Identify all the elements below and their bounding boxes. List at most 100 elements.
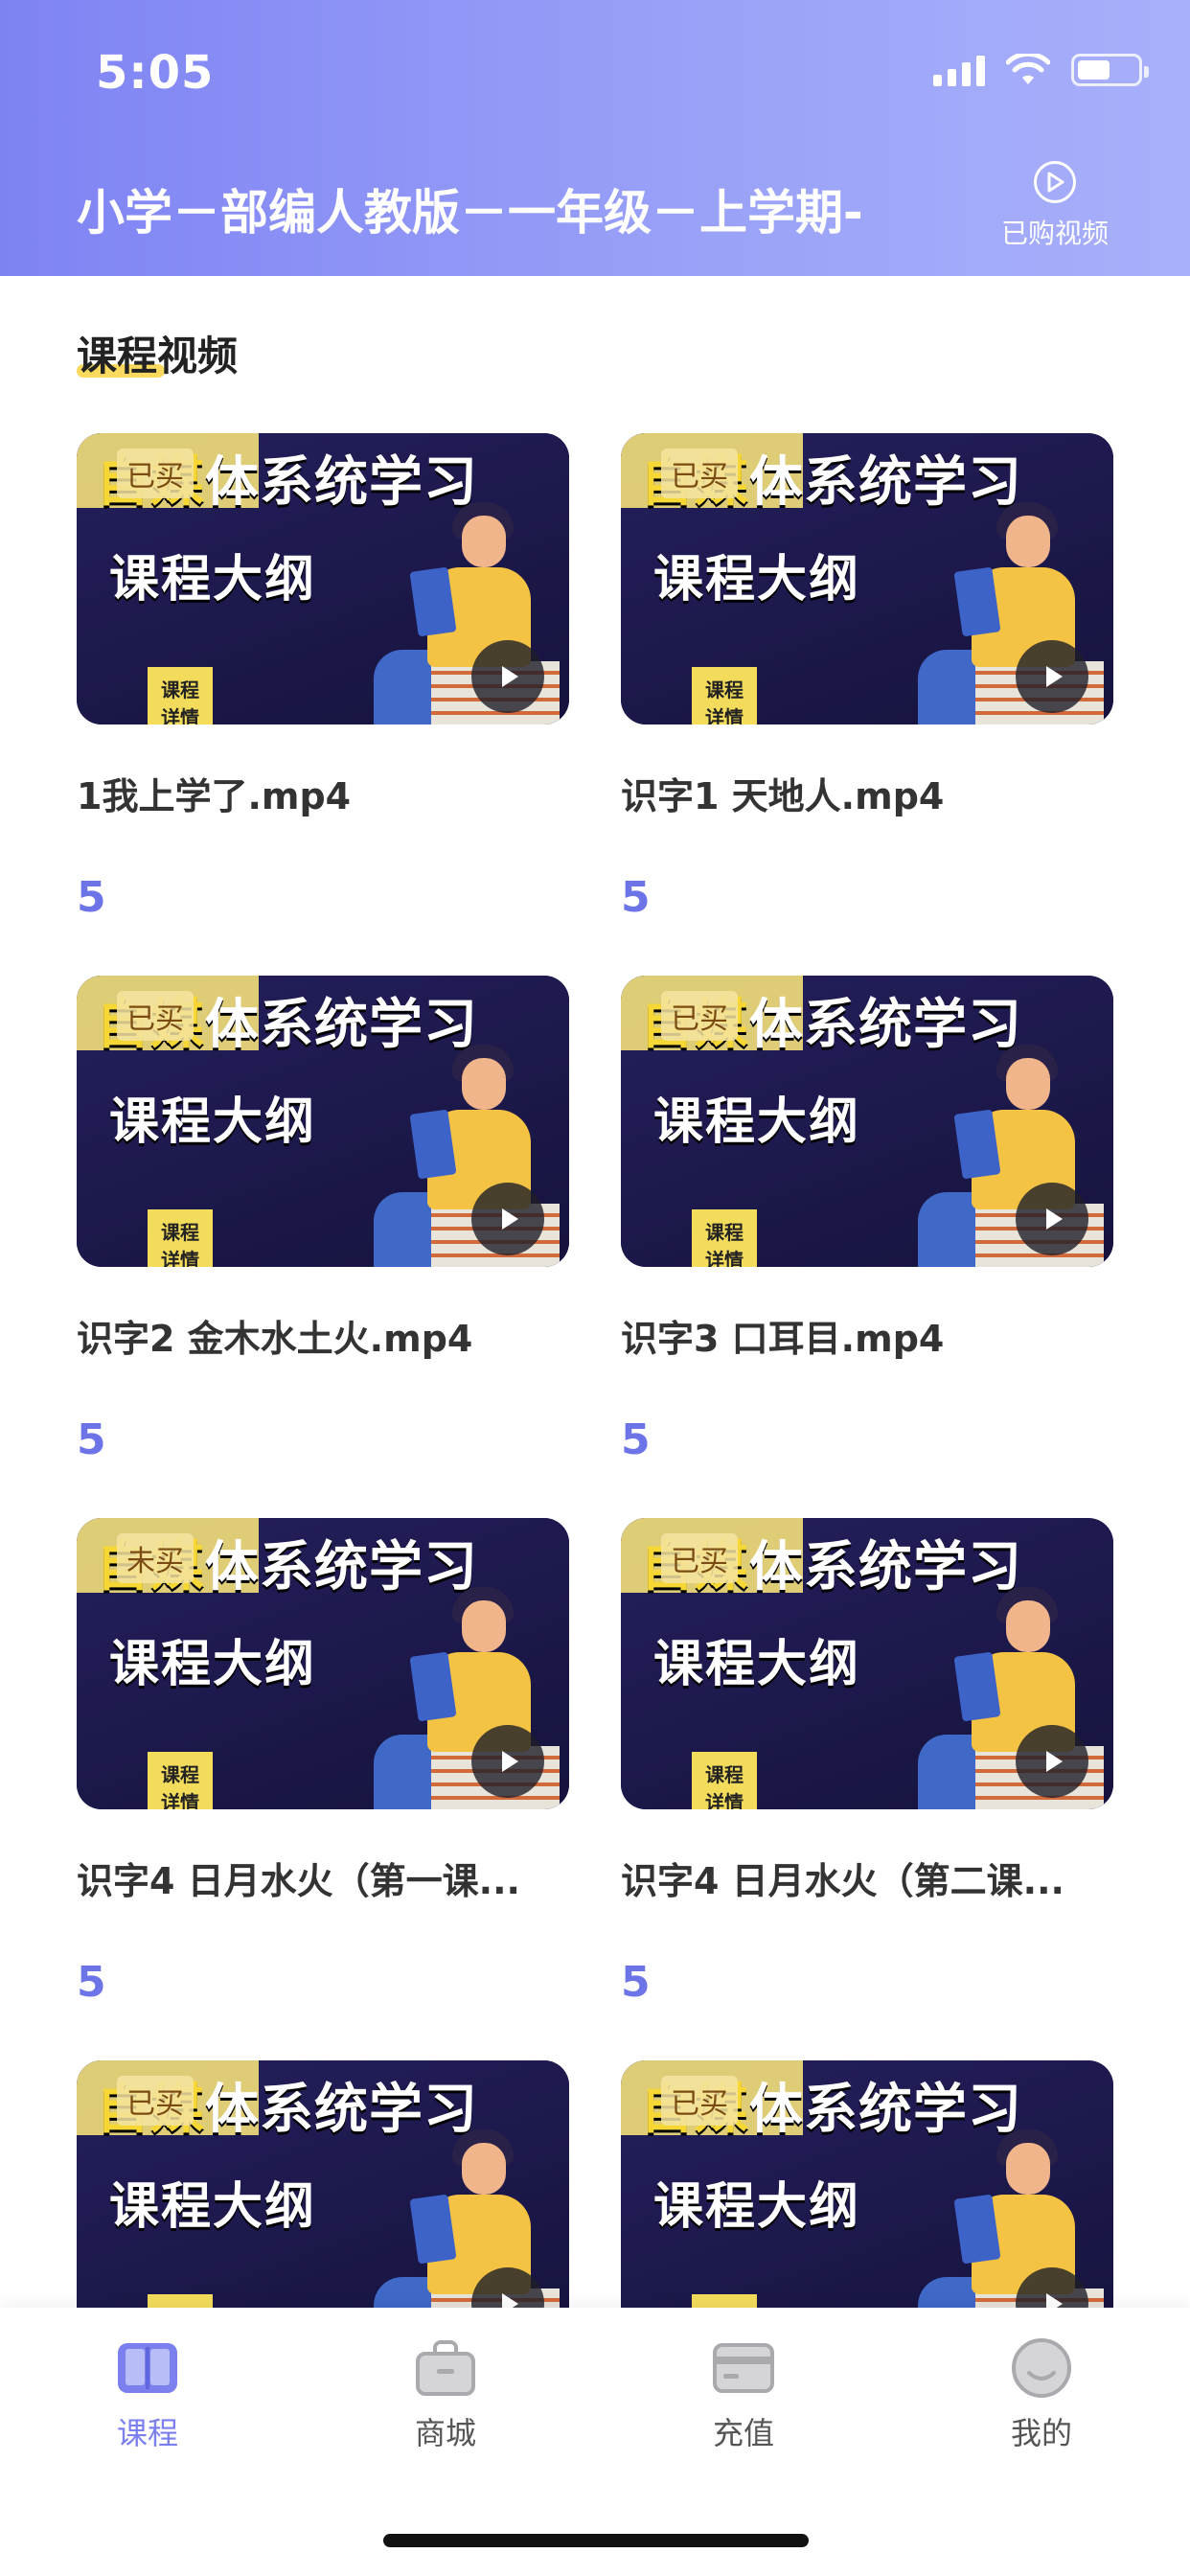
video-title: 识字1 天地人.mp4 [621, 775, 945, 817]
thumbnail-tag-line2: 详情 [161, 1249, 199, 1267]
video-title: 识字4 日月水火（第二课... [621, 1860, 1064, 1902]
thumbnail-tag: 课程详情 [148, 1209, 213, 1267]
thumbnail-banner-rest: 体系统学习 [749, 451, 1022, 514]
illustration-head [1006, 1600, 1050, 1652]
purchase-status-badge: 已买 [661, 2076, 738, 2126]
video-count: 5 [77, 1415, 106, 1464]
video-card[interactable]: 自媒体系统学习课程大纲课程详情未买识字4 日月水火（第一课...5 [77, 1518, 569, 2007]
tab-recharge-label: 充值 [712, 2415, 774, 2451]
thumbnail-banner-rest: 体系统学习 [205, 1536, 478, 1598]
tab-mine[interactable]: 我的 [965, 2336, 1118, 2453]
purchase-status-badge: 已买 [117, 991, 194, 1041]
card-icon [712, 2336, 775, 2400]
video-card[interactable]: 自媒体系统学习课程大纲课程详情已买识字3 口耳目.mp45 [621, 976, 1113, 1464]
thumbnail-subtitle: 课程大纲 [653, 2178, 861, 2236]
play-button[interactable] [1016, 1725, 1088, 1798]
bag-icon [414, 2336, 477, 2400]
thumbnail-subtitle: 课程大纲 [109, 551, 317, 609]
section-title: 课程视频 [77, 333, 239, 380]
play-button[interactable] [471, 640, 544, 713]
illustration-head [1006, 2143, 1050, 2195]
thumbnail-tag-line1: 课程 [161, 1763, 199, 1786]
purchased-videos-button[interactable]: 已购视频 [996, 161, 1113, 253]
smile-icon [1010, 2336, 1073, 2400]
video-thumbnail[interactable]: 自媒体系统学习课程大纲课程详情已买 [621, 433, 1113, 724]
tab-recharge[interactable]: 充值 [667, 2336, 820, 2453]
tab-mine-label: 我的 [1010, 2415, 1072, 2451]
tab-course[interactable]: 课程 [71, 2336, 224, 2453]
video-thumbnail[interactable]: 自媒体系统学习课程大纲课程详情未买 [77, 1518, 569, 1809]
thumbnail-tag: 课程详情 [692, 1752, 757, 1809]
play-icon [1046, 1751, 1063, 1772]
thumbnail-tag: 课程详情 [148, 1752, 213, 1809]
tab-bar: 课程 商城 充值 我的 [0, 2308, 1190, 2576]
video-thumbnail[interactable]: 自媒体系统学习课程大纲课程详情已买 [77, 433, 569, 724]
thumbnail-subtitle: 课程大纲 [109, 1636, 317, 1693]
play-icon [502, 1751, 518, 1772]
thumbnail-tag-line2: 详情 [705, 706, 744, 724]
video-count: 5 [621, 873, 651, 922]
video-card[interactable]: 自媒体系统学习课程大纲课程详情已买识字4 日月水火（第二课...5 [621, 1518, 1113, 2007]
play-icon [502, 666, 518, 687]
thumbnail-banner-rest: 体系统学习 [205, 994, 478, 1056]
thumbnail-banner-rest: 体系统学习 [749, 2079, 1022, 2141]
signal-icon [933, 54, 985, 86]
status-time: 5:05 [96, 46, 215, 100]
purchase-status-badge: 已买 [661, 991, 738, 1041]
thumbnail-tag: 课程详情 [148, 667, 213, 724]
thumbnail-tag-line1: 课程 [705, 1763, 744, 1786]
thumbnail-tag-line2: 详情 [705, 1249, 744, 1267]
purchase-status-badge: 已买 [117, 2076, 194, 2126]
thumbnail-tag-line1: 课程 [705, 1221, 744, 1244]
thumbnail-banner-rest: 体系统学习 [205, 451, 478, 514]
thumbnail-subtitle: 课程大纲 [653, 551, 861, 609]
play-button[interactable] [471, 1183, 544, 1255]
play-button[interactable] [1016, 640, 1088, 713]
play-button[interactable] [1016, 1183, 1088, 1255]
video-title: 识字2 金木水土火.mp4 [77, 1318, 473, 1360]
video-thumbnail[interactable]: 自媒体系统学习课程大纲课程详情已买 [621, 976, 1113, 1267]
home-indicator [383, 2534, 809, 2547]
thumbnail-subtitle: 课程大纲 [109, 1093, 317, 1151]
thumbnail-tag-line1: 课程 [161, 1221, 199, 1244]
play-circle-icon [1034, 161, 1076, 203]
video-title: 识字4 日月水火（第一课... [77, 1860, 520, 1902]
thumbnail-subtitle: 课程大纲 [109, 2178, 317, 2236]
purchase-status-badge: 已买 [117, 448, 194, 498]
purchase-status-badge: 已买 [661, 448, 738, 498]
purchased-videos-label: 已购视频 [1000, 218, 1109, 249]
thumbnail-tag-line2: 详情 [705, 1791, 744, 1809]
video-count: 5 [621, 1958, 651, 2007]
purchase-status-badge: 未买 [117, 1533, 194, 1583]
video-thumbnail[interactable]: 自媒体系统学习课程大纲课程详情已买 [77, 976, 569, 1267]
tab-course-label: 课程 [116, 2415, 178, 2451]
video-count: 5 [621, 1415, 651, 1464]
thumbnail-tag-line1: 课程 [161, 678, 199, 702]
illustration-head [462, 2143, 506, 2195]
tab-mall[interactable]: 商城 [369, 2336, 522, 2453]
play-icon [502, 1208, 518, 1230]
thumbnail-subtitle: 课程大纲 [653, 1636, 861, 1693]
video-card[interactable]: 自媒体系统学习课程大纲课程详情已买识字2 金木水土火.mp45 [77, 976, 569, 1464]
video-card[interactable]: 自媒体系统学习课程大纲课程详情已买识字1 天地人.mp45 [621, 433, 1113, 922]
thumbnail-tag: 课程详情 [692, 1209, 757, 1267]
tab-mall-label: 商城 [414, 2415, 476, 2451]
thumbnail-banner-rest: 体系统学习 [205, 2079, 478, 2141]
illustration-head [462, 516, 506, 567]
thumbnail-tag-line1: 课程 [705, 678, 744, 702]
video-title: 识字3 口耳目.mp4 [621, 1318, 945, 1360]
video-count: 5 [77, 873, 106, 922]
video-count: 5 [77, 1958, 106, 2007]
video-thumbnail[interactable]: 自媒体系统学习课程大纲课程详情已买 [621, 1518, 1113, 1809]
illustration-head [1006, 1058, 1050, 1110]
thumbnail-banner-rest: 体系统学习 [749, 1536, 1022, 1598]
status-icons [933, 54, 1149, 86]
purchase-status-badge: 已买 [661, 1533, 738, 1583]
illustration-head [462, 1058, 506, 1110]
thumbnail-tag: 课程详情 [692, 667, 757, 724]
play-icon [1046, 1208, 1063, 1230]
wifi-icon [1006, 54, 1050, 84]
thumbnail-tag-line2: 详情 [161, 706, 199, 724]
play-button[interactable] [471, 1725, 544, 1798]
video-card[interactable]: 自媒体系统学习课程大纲课程详情已买1我上学了.mp45 [77, 433, 569, 922]
